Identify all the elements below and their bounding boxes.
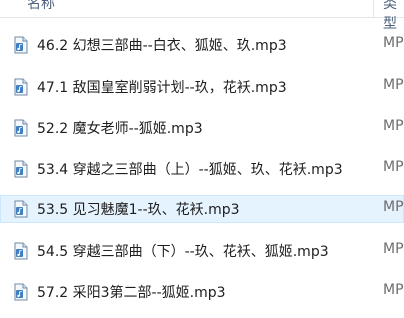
file-row[interactable]: 46.2 幻想三部曲--白衣、狐姬、玖.mp3 MP3: [0, 31, 404, 59]
file-type: MP3: [383, 77, 404, 93]
mp3-file-icon: [14, 200, 28, 218]
column-header-name[interactable]: 名称: [27, 0, 55, 13]
file-row-selected[interactable]: 53.5 见习魅魔1--玖、花袄.mp3 MP3: [0, 195, 404, 223]
file-row[interactable]: 52.2 魔女老师--狐姬.mp3 MP3: [0, 114, 404, 142]
file-row[interactable]: 47.1 敌国皇室削弱计划--玖，花袄.mp3 MP3: [0, 73, 404, 101]
column-header-bar: 名称 类型: [0, 0, 404, 32]
mp3-file-icon: [14, 242, 28, 260]
file-name: 54.5 穿越三部曲（下）--玖、花袄、狐姬.mp3: [37, 244, 329, 260]
mp3-file-icon: [14, 283, 28, 301]
file-type: MP3: [383, 159, 404, 175]
mp3-file-icon: [14, 36, 28, 54]
column-header-type[interactable]: 类型: [383, 0, 404, 33]
mp3-file-icon: [14, 78, 28, 96]
column-divider[interactable]: [373, 0, 374, 17]
file-row[interactable]: 53.4 穿越之三部曲（上）--狐姬、玖、花袄.mp3 MP3: [0, 155, 404, 183]
mp3-file-icon: [14, 160, 28, 178]
file-row[interactable]: 54.5 穿越三部曲（下）--玖、花袄、狐姬.mp3 MP3: [0, 237, 404, 265]
mp3-file-icon: [14, 119, 28, 137]
file-name: 52.2 魔女老师--狐姬.mp3: [37, 121, 203, 137]
file-type: MP3: [383, 118, 404, 134]
file-type: MP3: [383, 282, 404, 298]
file-list-pane: 名称 类型 46.2 幻想三部曲--白衣、狐姬、玖.mp3 MP3 47.1 敌…: [0, 0, 404, 318]
file-row[interactable]: 57.2 采阳3第二部--狐姬.mp3 MP3: [0, 278, 404, 306]
file-name: 57.2 采阳3第二部--狐姬.mp3: [37, 285, 226, 301]
file-type: MP3: [383, 241, 404, 257]
file-name: 53.4 穿越之三部曲（上）--狐姬、玖、花袄.mp3: [37, 162, 343, 178]
file-type: MP3: [383, 199, 404, 215]
file-name: 46.2 幻想三部曲--白衣、狐姬、玖.mp3: [37, 38, 287, 54]
file-name: 53.5 见习魅魔1--玖、花袄.mp3: [37, 202, 240, 218]
file-type: MP3: [383, 35, 404, 51]
file-name: 47.1 敌国皇室削弱计划--玖，花袄.mp3: [37, 80, 287, 96]
